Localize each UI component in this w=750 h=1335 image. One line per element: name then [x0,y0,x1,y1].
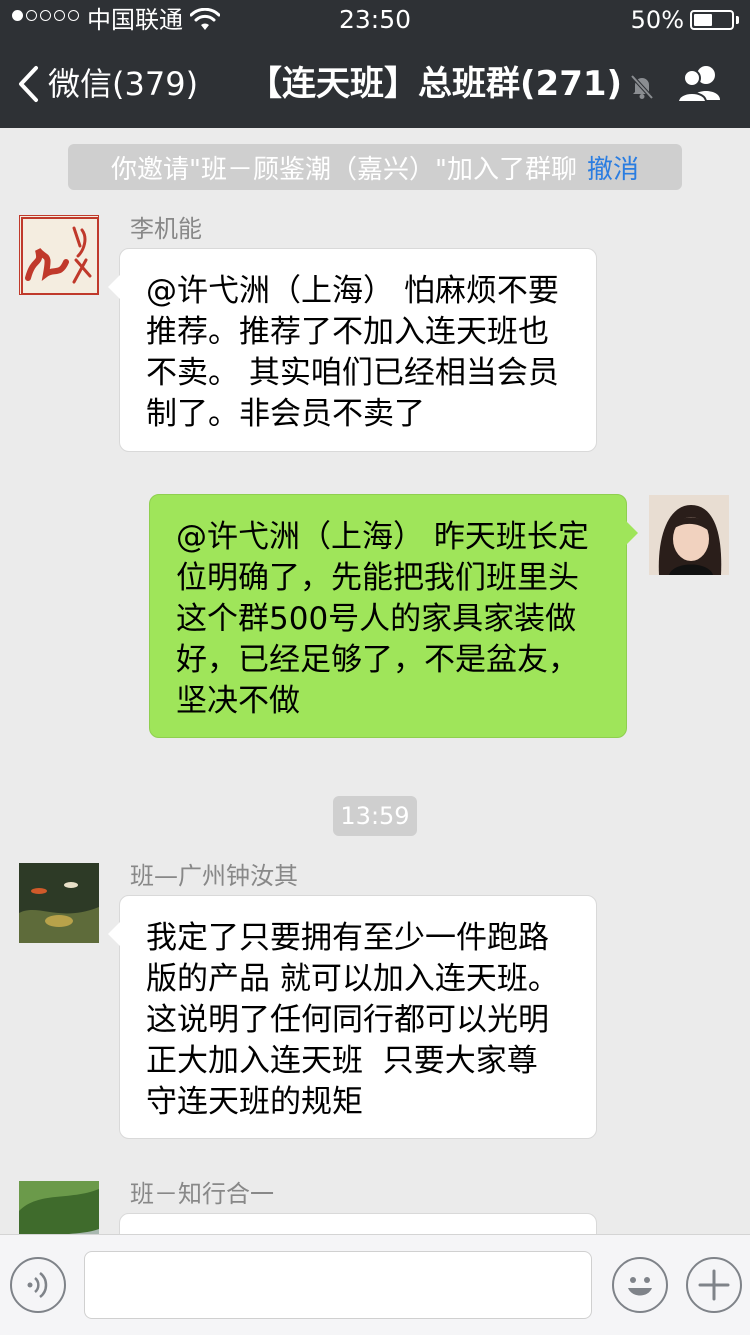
back-label: 微信(379) [48,65,199,103]
emoji-button[interactable] [612,1257,668,1313]
input-bar [0,1234,750,1335]
self-avatar[interactable] [649,495,729,575]
nav-bar: 微信(379) 【连天班】总班群(271) [0,40,750,128]
avatar[interactable] [19,1181,99,1234]
battery-percent: 50% [630,6,684,34]
chevron-left-icon [19,66,38,102]
battery-tip [736,16,739,24]
voice-button[interactable] [10,1257,66,1313]
message-bubble[interactable] [119,1213,597,1234]
avatar[interactable] [19,863,99,943]
landscape-photo-icon [19,1181,99,1234]
koi-pond-photo-icon [19,863,99,943]
plus-icon [698,1269,730,1301]
battery-icon [690,10,734,30]
back-button[interactable]: 微信(379) [16,64,198,104]
page-title: 【连天班】总班群(271) [248,64,623,104]
sender-name: 李机能 [130,215,202,243]
profile-photo-icon [649,495,729,575]
status-bar: 中国联通 23:50 50% [0,0,750,40]
message-bubble-self[interactable]: @许弋洲（上海） 昨天班长定 位明确了，先能把我们班里头 这个群500号人的家具… [149,494,638,738]
battery-fill [694,14,712,26]
emoji-icon [628,1277,652,1296]
mute-bell-icon [630,74,654,100]
more-button[interactable] [686,1257,742,1313]
system-notice-text: 你邀请"班－顾鉴潮（嘉兴）"加入了群聊 [111,154,577,185]
chat-area[interactable]: 你邀请"班－顾鉴潮（嘉兴）"加入了群聊 撤消 李机能 @许弋洲（上海） 怕麻烦不… [0,128,750,1234]
avatar[interactable] [19,215,99,295]
revoke-link[interactable]: 撤消 [587,149,639,186]
time-divider: 13:59 [333,796,417,836]
sender-name: 班－知行合一 [130,1180,274,1208]
system-notice: 你邀请"班－顾鉴潮（嘉兴）"加入了群聊 撤消 [68,144,682,190]
sender-name: 班—广州钟汝其 [130,862,298,890]
voice-icon [27,1272,48,1298]
message-bubble[interactable]: 我定了只要拥有至少一件跑路 版的产品 就可以加入连天班。 这说明了任何同行都可以… [108,895,597,1139]
group-members-icon[interactable] [676,62,724,106]
message-bubble[interactable]: @许弋洲（上海） 怕麻烦不要 推荐。推荐了不加入连天班也 不卖。 其实咱们已经相… [108,248,597,452]
top-bar: 中国联通 23:50 50% 微信(379) 【连天班】总班群(271) [0,0,750,128]
message-input[interactable] [84,1251,592,1319]
calligraphy-logo-icon [21,217,98,294]
